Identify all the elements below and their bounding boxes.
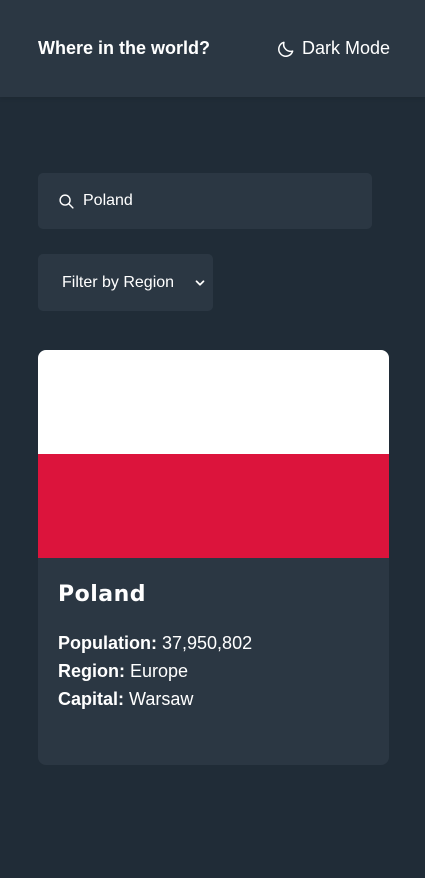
capital-value: Warsaw bbox=[129, 689, 194, 709]
country-card[interactable]: Poland Population: 37,950,802 Region: Eu… bbox=[38, 350, 389, 765]
region-filter-select[interactable]: Filter by Region bbox=[38, 254, 213, 311]
country-name: Poland bbox=[58, 582, 147, 607]
flag-red-band bbox=[38, 454, 389, 558]
population-value: 37,950,802 bbox=[162, 633, 253, 653]
top-bar: Where in the world? Dark Mode bbox=[0, 0, 425, 97]
capital-label: Capital: bbox=[58, 689, 125, 709]
dark-mode-toggle[interactable]: Dark Mode bbox=[276, 38, 390, 59]
chevron-down-icon bbox=[193, 276, 207, 290]
search-icon bbox=[58, 193, 75, 210]
moon-icon bbox=[276, 39, 296, 59]
country-flag bbox=[38, 350, 389, 558]
flag-white-band bbox=[38, 350, 389, 454]
population-row: Population: 37,950,802 bbox=[58, 629, 369, 657]
population-label: Population: bbox=[58, 633, 157, 653]
country-details: Poland Population: 37,950,802 Region: Eu… bbox=[38, 558, 389, 735]
capital-row: Capital: Warsaw bbox=[58, 685, 369, 713]
app-title: Where in the world? bbox=[38, 38, 211, 58]
region-filter-label: Filter by Region bbox=[62, 273, 175, 291]
region-label: Region: bbox=[58, 661, 125, 681]
dark-mode-label: Dark Mode bbox=[301, 38, 390, 58]
search-box[interactable] bbox=[38, 173, 372, 229]
region-value: Europe bbox=[130, 661, 189, 681]
region-row: Region: Europe bbox=[58, 657, 369, 685]
search-input[interactable] bbox=[83, 192, 333, 210]
